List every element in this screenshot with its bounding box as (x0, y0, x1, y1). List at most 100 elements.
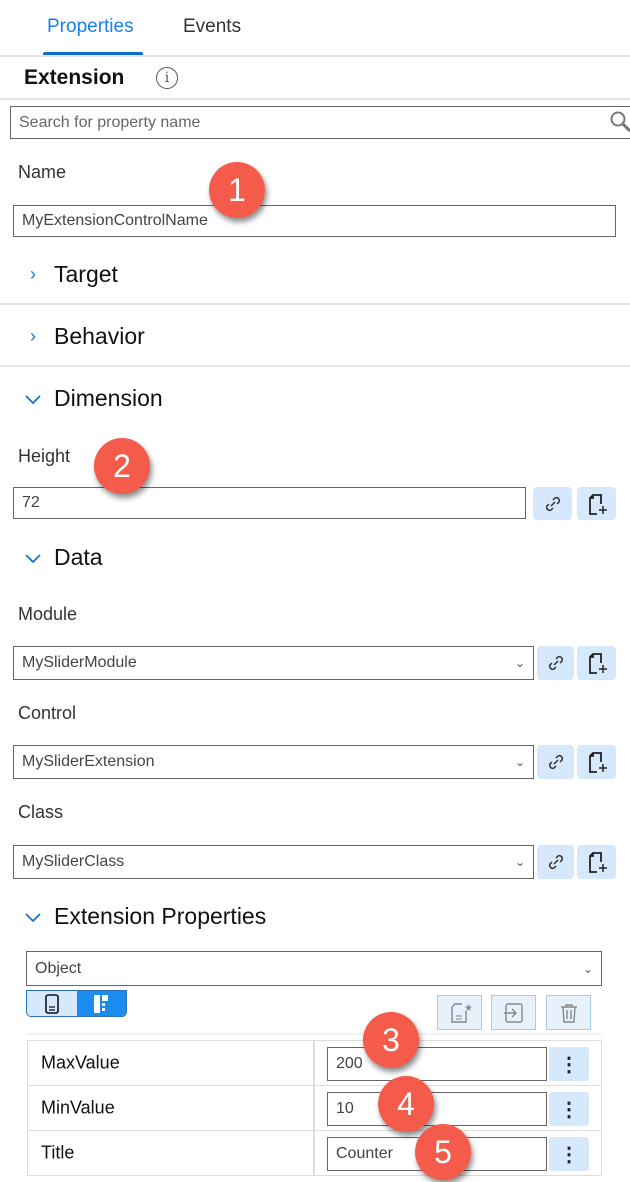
delete-button[interactable] (546, 995, 591, 1030)
info-icon[interactable]: i (156, 67, 178, 89)
class-label: Class (18, 802, 64, 822)
link-icon (545, 496, 560, 511)
view-toggle (26, 990, 127, 1017)
new-file-icon (588, 752, 607, 773)
section-title: Behavior (54, 323, 145, 349)
class-value: MySliderClass (22, 853, 125, 870)
bind-button[interactable] (537, 646, 574, 680)
bind-button[interactable] (533, 487, 572, 520)
class-select[interactable]: MySliderClass ⌄ (13, 845, 534, 879)
new-file-button[interactable] (577, 646, 616, 680)
more-vertical-icon: ⋮ (559, 1053, 579, 1076)
callout-badge: 5 (415, 1124, 471, 1180)
section-dimension[interactable]: Dimension (22, 385, 163, 412)
section-title: Dimension (54, 385, 163, 411)
document-icon (44, 993, 59, 1014)
chevron-down-icon (25, 394, 41, 404)
property-name: MaxValue (41, 1052, 120, 1073)
divider (0, 98, 630, 100)
tab-events[interactable]: Events (183, 16, 241, 38)
name-value: MyExtensionControlName (22, 212, 208, 229)
trash-icon (560, 1003, 577, 1023)
property-value-input[interactable]: 200 (327, 1047, 547, 1081)
section-data[interactable]: Data (22, 544, 103, 571)
control-label: Control (18, 703, 77, 723)
chevron-down-icon: ⌄ (582, 961, 593, 976)
table-row: MaxValue 200 ⋮ (27, 1040, 602, 1086)
chevron-right-icon: › (30, 326, 36, 346)
section-target[interactable]: › Target (22, 261, 118, 288)
search-placeholder: Search for property name (19, 113, 201, 131)
divider (0, 303, 630, 305)
more-options-button[interactable]: ⋮ (549, 1092, 589, 1126)
module-value: MySliderModule (22, 654, 137, 671)
link-icon (548, 754, 563, 770)
section-extension-properties[interactable]: Extension Properties (22, 903, 266, 930)
import-button[interactable] (491, 995, 536, 1030)
search-icon[interactable] (609, 110, 630, 132)
chevron-down-icon (25, 553, 41, 563)
callout-badge: 4 (378, 1076, 434, 1132)
more-options-button[interactable]: ⋮ (549, 1137, 589, 1171)
name-input[interactable]: MyExtensionControlName (13, 205, 616, 237)
property-value: 200 (336, 1055, 363, 1072)
more-vertical-icon: ⋮ (559, 1098, 579, 1121)
new-file-button[interactable] (577, 845, 616, 879)
new-file-button[interactable] (577, 487, 616, 520)
height-value: 72 (22, 494, 40, 511)
section-title: Extension Properties (54, 903, 267, 929)
chevron-down-icon: ⌄ (514, 656, 525, 670)
table-row: MinValue 10 ⋮ (27, 1086, 602, 1131)
new-file-icon (588, 653, 607, 674)
bind-button[interactable] (537, 745, 574, 779)
tree-view-button[interactable] (76, 991, 126, 1016)
new-item-button[interactable]: ★ (437, 995, 482, 1030)
divider (27, 1033, 602, 1035)
height-label: Height (18, 446, 71, 466)
property-name: Title (41, 1142, 75, 1163)
object-type-select[interactable]: Object ⌄ (26, 951, 602, 986)
section-title: Data (54, 544, 103, 570)
more-options-button[interactable]: ⋮ (549, 1047, 589, 1081)
module-select[interactable]: MySliderModule ⌄ (13, 646, 534, 680)
callout-badge: 1 (209, 162, 265, 218)
divider (0, 55, 630, 57)
column-divider (313, 1131, 315, 1175)
control-select[interactable]: MySliderExtension ⌄ (13, 745, 534, 779)
property-value: Counter (336, 1145, 393, 1162)
link-icon (548, 655, 563, 671)
control-value: MySliderExtension (22, 753, 155, 770)
property-value-input[interactable]: 10 (327, 1092, 547, 1126)
table-row: Title Counter ⋮ (27, 1131, 602, 1176)
module-label: Module (18, 604, 78, 624)
column-divider (313, 1041, 315, 1085)
tree-view-icon (94, 994, 109, 1013)
new-file-icon (588, 493, 607, 515)
more-vertical-icon: ⋮ (559, 1143, 579, 1166)
link-icon (548, 854, 563, 870)
chevron-down-icon: ⌄ (514, 855, 525, 869)
column-divider (313, 1086, 315, 1130)
section-behavior[interactable]: › Behavior (22, 323, 145, 350)
new-file-button[interactable] (577, 745, 616, 779)
import-icon (503, 1002, 523, 1023)
chevron-down-icon (25, 912, 41, 922)
callout-badge: 3 (363, 1012, 419, 1068)
tab-properties[interactable]: Properties (47, 16, 134, 38)
section-title: Target (54, 261, 118, 287)
height-input[interactable]: 72 (13, 487, 526, 519)
name-label: Name (18, 162, 67, 182)
callout-badge: 2 (94, 438, 150, 494)
bind-button[interactable] (537, 845, 574, 879)
property-name: MinValue (41, 1097, 115, 1118)
chevron-right-icon: › (30, 264, 36, 284)
chevron-down-icon: ⌄ (514, 755, 525, 769)
new-document-star-icon: ★ (450, 1003, 472, 1023)
new-file-icon (588, 852, 607, 873)
svg-text:★: ★ (464, 1003, 472, 1014)
property-value: 10 (336, 1100, 354, 1117)
form-view-button[interactable] (27, 991, 77, 1016)
search-input[interactable]: Search for property name (10, 106, 630, 139)
page-title: Extension (24, 66, 125, 89)
object-type-value: Object (35, 959, 82, 977)
